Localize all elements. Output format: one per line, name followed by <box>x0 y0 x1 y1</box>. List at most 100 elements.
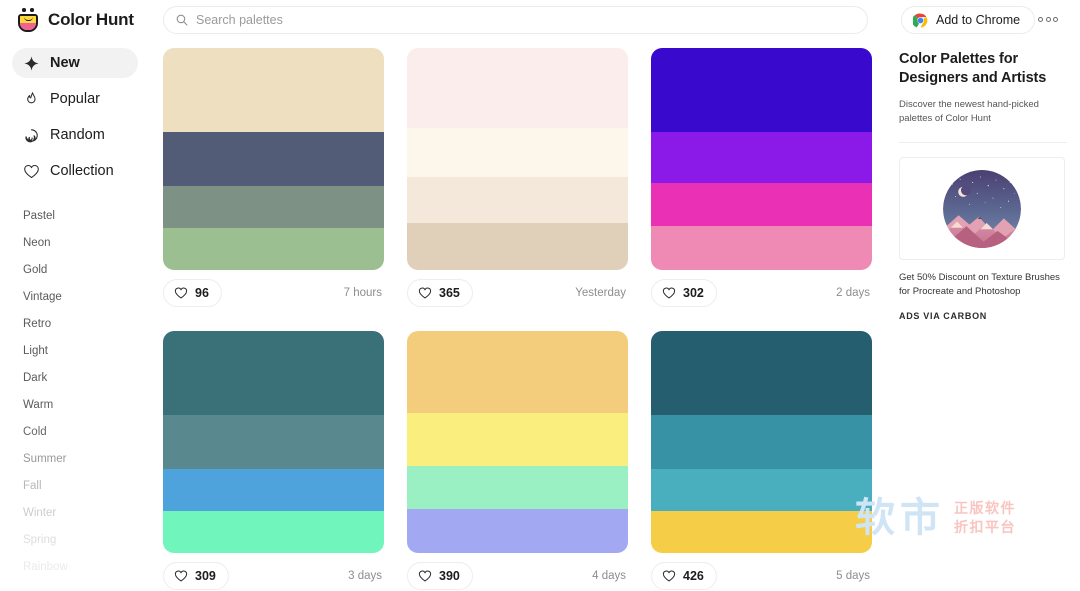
watermark: 软市 正版软件 折扣平台 <box>855 498 1016 538</box>
like-button[interactable]: 390 <box>407 562 473 590</box>
palette-swatches[interactable] <box>163 331 384 553</box>
sidebar: New Popular Random Collection Pastel Neon Gol… <box>0 48 150 580</box>
palette-timestamp: 3 days <box>348 570 382 582</box>
like-button[interactable]: 426 <box>651 562 717 590</box>
sidebar-tag-vintage[interactable]: Vintage <box>0 283 150 310</box>
sidebar-tag-pastel[interactable]: Pastel <box>0 202 150 229</box>
palette-swatches[interactable] <box>407 331 628 553</box>
sidebar-tag-light[interactable]: Light <box>0 337 150 364</box>
palette-color-swatch[interactable] <box>407 127 628 177</box>
palette-color-swatch[interactable] <box>651 510 872 553</box>
palette-card-footer: 309 3 days <box>163 561 384 591</box>
palette-card-footer: 426 5 days <box>651 561 872 591</box>
heart-icon <box>662 287 676 299</box>
palette-card-footer: 96 7 hours <box>163 278 384 308</box>
palette-timestamp: 2 days <box>836 287 870 299</box>
page-subtitle: Discover the newest hand-picked palettes… <box>899 98 1039 124</box>
palette-color-swatch[interactable] <box>651 331 872 416</box>
palette-color-swatch[interactable] <box>163 331 384 416</box>
palette-card: 96 7 hours <box>163 48 384 308</box>
heart-icon <box>174 287 188 299</box>
sidebar-tag-dark[interactable]: Dark <box>0 364 150 391</box>
palette-color-swatch[interactable] <box>407 223 628 270</box>
brand-name: Color Hunt <box>48 10 134 29</box>
sidebar-tag-spring[interactable]: Spring <box>0 526 150 553</box>
palette-color-swatch[interactable] <box>651 415 872 469</box>
palette-color-swatch[interactable] <box>163 468 384 511</box>
palette-swatches[interactable] <box>651 48 872 270</box>
palette-color-swatch[interactable] <box>651 48 872 133</box>
palette-color-swatch[interactable] <box>163 185 384 228</box>
sidebar-item-collection[interactable]: Collection <box>12 156 138 186</box>
like-count: 390 <box>439 569 460 583</box>
palette-color-swatch[interactable] <box>407 466 628 509</box>
palette-color-swatch[interactable] <box>651 183 872 226</box>
palette-timestamp: 4 days <box>592 570 626 582</box>
divider <box>899 142 1067 144</box>
palette-color-swatch[interactable] <box>407 413 628 467</box>
search-input[interactable] <box>196 13 796 27</box>
sidebar-tag-fall[interactable]: Fall <box>0 472 150 499</box>
watermark-line-2: 折扣平台 <box>954 518 1016 535</box>
palette-color-swatch[interactable] <box>651 225 872 270</box>
like-count: 365 <box>439 286 460 300</box>
color-hunt-page: Color Hunt Add to Chrome New <box>0 0 1080 591</box>
palette-color-swatch[interactable] <box>163 132 384 186</box>
sparkle-star-icon <box>24 55 39 71</box>
like-button[interactable]: 365 <box>407 279 473 307</box>
three-dots-icon[interactable] <box>1038 12 1064 26</box>
like-button[interactable]: 96 <box>163 279 222 307</box>
palette-timestamp: 5 days <box>836 570 870 582</box>
watermark-side: 正版软件 折扣平台 <box>954 500 1016 535</box>
sidebar-tag-warm[interactable]: Warm <box>0 391 150 418</box>
color-hunt-cup-logo-icon <box>17 8 39 33</box>
palette-card: 309 3 days <box>163 331 384 591</box>
sidebar-item-label: Collection <box>50 163 114 179</box>
palette-swatches[interactable] <box>163 48 384 270</box>
like-button[interactable]: 302 <box>651 279 717 307</box>
sidebar-item-new[interactable]: New <box>12 48 138 78</box>
like-count: 302 <box>683 286 704 300</box>
add-to-chrome-label: Add to Chrome <box>936 13 1021 27</box>
sidebar-tag-cold[interactable]: Cold <box>0 418 150 445</box>
palette-color-swatch[interactable] <box>407 176 628 224</box>
palette-color-swatch[interactable] <box>163 48 384 133</box>
sidebar-tag-neon[interactable]: Neon <box>0 229 150 256</box>
night-mountains-illustration-icon <box>943 169 1021 248</box>
palette-color-swatch[interactable] <box>651 468 872 511</box>
sidebar-tag-rainbow[interactable]: Rainbow <box>0 553 150 580</box>
palette-card: 365 Yesterday <box>407 48 628 308</box>
add-to-chrome-button[interactable]: Add to Chrome <box>901 6 1036 34</box>
top-bar: Color Hunt Add to Chrome <box>0 0 1080 40</box>
sidebar-tag-winter[interactable]: Winter <box>0 499 150 526</box>
sidebar-tag-retro[interactable]: Retro <box>0 310 150 337</box>
palette-color-swatch[interactable] <box>163 227 384 270</box>
palette-card: 390 4 days <box>407 331 628 591</box>
palette-color-swatch[interactable] <box>407 331 628 414</box>
sidebar-item-label: Random <box>50 127 105 143</box>
palette-swatches[interactable] <box>407 48 628 270</box>
brand-logo[interactable]: Color Hunt <box>17 8 157 33</box>
sidebar-tag-gold[interactable]: Gold <box>0 256 150 283</box>
palette-swatches[interactable] <box>651 331 872 553</box>
ad-banner[interactable] <box>899 157 1065 261</box>
ad-text[interactable]: Get 50% Discount on Texture Brushes for … <box>899 271 1067 300</box>
ads-via-carbon-label[interactable]: ADS VIA CARBON <box>899 311 1067 321</box>
palette-color-swatch[interactable] <box>407 48 628 128</box>
spiral-icon <box>25 128 38 142</box>
like-count: 96 <box>195 286 209 300</box>
palette-color-swatch[interactable] <box>163 510 384 553</box>
palette-color-swatch[interactable] <box>407 508 628 553</box>
heart-icon <box>662 570 676 582</box>
page-title: Color Palettes for Designers and Artists <box>899 51 1047 87</box>
sidebar-item-popular[interactable]: Popular <box>12 84 138 114</box>
sidebar-item-label: New <box>50 55 80 71</box>
chrome-logo-icon <box>913 13 928 27</box>
sidebar-item-random[interactable]: Random <box>12 120 138 150</box>
palette-color-swatch[interactable] <box>163 415 384 469</box>
search-bar[interactable] <box>163 6 868 34</box>
sidebar-tag-summer[interactable]: Summer <box>0 445 150 472</box>
palette-card-footer: 302 2 days <box>651 278 872 308</box>
like-button[interactable]: 309 <box>163 562 229 590</box>
palette-color-swatch[interactable] <box>651 132 872 184</box>
